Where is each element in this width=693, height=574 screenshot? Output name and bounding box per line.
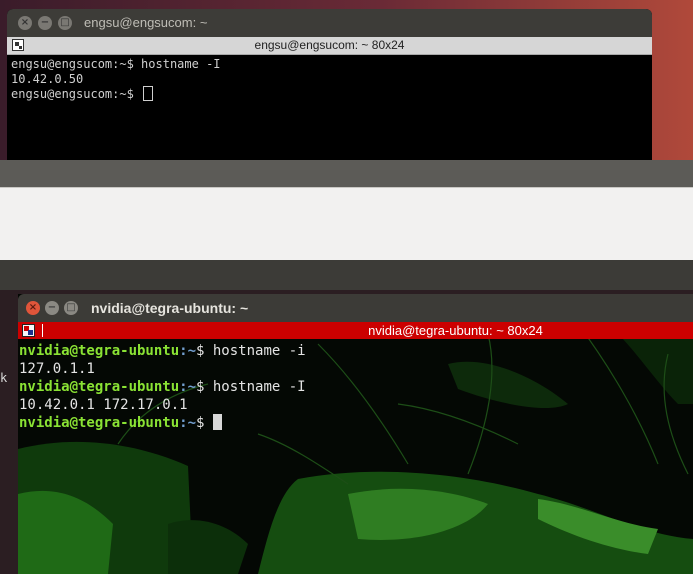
terminal-cursor xyxy=(143,86,154,101)
command-text: hostname -i xyxy=(212,343,306,359)
prompt-path: :~ xyxy=(179,415,197,431)
output-text: 127.0.1.1 xyxy=(19,361,95,377)
maximize-icon: □ xyxy=(60,17,70,28)
close-button[interactable]: × xyxy=(18,16,32,30)
minimize-icon: − xyxy=(47,302,57,313)
prompt-symbol: $ xyxy=(196,343,213,359)
prompt: engsu@engsucom:~$ xyxy=(11,57,142,71)
close-icon: × xyxy=(20,17,30,28)
terminal-tab-bar[interactable]: engsu@engsucom: ~ 80x24 xyxy=(7,37,652,55)
window-titlebar[interactable]: × − □ engsu@engsucom: ~ xyxy=(7,9,652,37)
blank-window-area xyxy=(0,187,693,261)
tab-title: engsu@engsucom: ~ 80x24 xyxy=(254,38,405,52)
terminal-tab-bar[interactable]: nvidia@tegra-ubuntu: ~ 80x24 xyxy=(18,322,693,339)
minimize-button[interactable]: − xyxy=(45,301,59,315)
window-title: engsu@engsucom: ~ xyxy=(84,15,208,30)
maximize-button[interactable]: □ xyxy=(58,16,72,30)
terminal-window-engsu[interactable]: × − □ engsu@engsucom: ~ engsu@engsucom: … xyxy=(7,9,652,161)
terminal-window-nvidia[interactable]: × − □ nvidia@tegra-ubuntu: ~ nvidia@tegr… xyxy=(18,294,693,574)
close-button[interactable]: × xyxy=(26,301,40,315)
output-text: 10.42.0.50 xyxy=(11,71,84,86)
prompt: engsu@engsucom:~$ xyxy=(11,87,142,101)
prompt-symbol: $ xyxy=(196,379,213,395)
dark-frame-strip xyxy=(0,260,693,290)
window-titlebar[interactable]: × − □ nvidia@tegra-ubuntu: ~ xyxy=(18,294,693,322)
maximize-icon: □ xyxy=(66,302,76,313)
stray-desktop-text: k xyxy=(0,371,8,385)
prompt-path: :~ xyxy=(179,343,197,359)
prompt-symbol: $ xyxy=(196,415,213,431)
prompt-user: nvidia@tegra-ubuntu xyxy=(19,415,180,431)
prompt-user: nvidia@tegra-ubuntu xyxy=(19,343,180,359)
terminal-tab-icon[interactable] xyxy=(22,324,35,337)
window-frame-strip xyxy=(0,160,693,187)
terminal-output[interactable]: engsu@engsucom:~$ hostname -I 10.42.0.50… xyxy=(7,55,652,102)
command-text: hostname -I xyxy=(141,57,221,71)
minimize-button[interactable]: − xyxy=(38,16,52,30)
output-text: 10.42.0.1 172.17.0.1 xyxy=(19,397,188,413)
window-title: nvidia@tegra-ubuntu: ~ xyxy=(91,300,249,316)
tab-title: nvidia@tegra-ubuntu: ~ 80x24 xyxy=(368,323,543,338)
command-text: hostname -I xyxy=(212,379,306,395)
tab-separator xyxy=(42,324,43,337)
close-icon: × xyxy=(28,302,38,313)
minimize-icon: − xyxy=(40,17,50,28)
terminal-output[interactable]: nvidia@tegra-ubuntu:~$ hostname -i 127.0… xyxy=(19,342,306,432)
terminal-cursor xyxy=(212,414,222,430)
prompt-path: :~ xyxy=(179,379,197,395)
prompt-user: nvidia@tegra-ubuntu xyxy=(19,379,180,395)
maximize-button[interactable]: □ xyxy=(64,301,78,315)
